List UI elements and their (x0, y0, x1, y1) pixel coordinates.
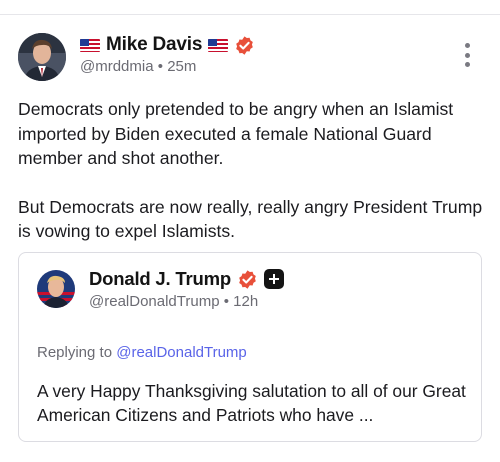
top-divider (0, 14, 500, 15)
replying-to-mention[interactable]: @realDonaldTrump (116, 344, 247, 361)
quoted-author-name-row: Donald J. Trump (89, 267, 284, 291)
quoted-author-display-name[interactable]: Donald J. Trump (89, 268, 231, 290)
author-meta: @mrddmia • 25m (80, 58, 196, 75)
author-handle[interactable]: @mrddmia (80, 58, 154, 75)
meta-separator: • (157, 58, 164, 75)
post-paragraph: Democrats only pretended to be angry whe… (18, 99, 454, 168)
more-options-button[interactable] (460, 43, 474, 67)
post-timestamp[interactable]: 25m (167, 58, 196, 75)
more-dot (464, 62, 470, 67)
quoted-author-handle[interactable]: @realDonaldTrump (89, 293, 220, 310)
verified-badge-icon (236, 35, 254, 55)
post-paragraph: But Democrats are now really, really ang… (18, 196, 483, 242)
quoted-post-timestamp[interactable]: 12h (233, 293, 258, 310)
more-dot (464, 52, 470, 58)
quoted-post-text: A very Happy Thanksgiving salutation to … (37, 381, 466, 425)
avatar[interactable] (18, 33, 66, 81)
post-body: Democrats only pretended to be angry whe… (18, 97, 486, 244)
plus-badge-icon (263, 269, 284, 289)
author-name-row: Mike Davis (80, 33, 255, 57)
us-flag-icon (208, 38, 229, 52)
verified-badge-icon (239, 269, 256, 289)
meta-separator: • (223, 293, 229, 310)
quoted-author-meta: @realDonaldTrump • 12h (89, 293, 258, 310)
replying-to-line: Replying to @realDonaldTrump (37, 344, 247, 361)
more-dot (464, 43, 470, 48)
quoted-post-card[interactable]: Donald J. Trump @realDonaldTrump • 12h R… (18, 252, 482, 442)
replying-prefix: Replying to (37, 344, 113, 361)
us-flag-icon (80, 38, 100, 52)
quoted-avatar[interactable] (37, 270, 75, 308)
author-display-name[interactable]: Mike Davis (106, 34, 202, 56)
